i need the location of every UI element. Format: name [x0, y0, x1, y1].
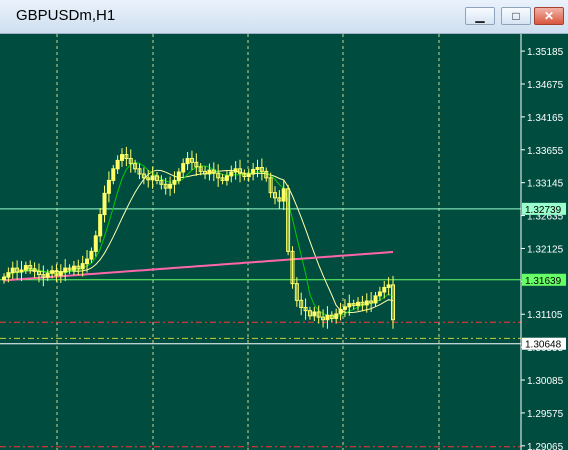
- candle-body: [347, 303, 352, 308]
- candle-body: [172, 179, 177, 185]
- price-tick-label: 1.29575: [527, 409, 564, 420]
- candle-body: [364, 300, 369, 306]
- price-tick-label: 1.34165: [527, 113, 564, 124]
- candle-body: [207, 169, 212, 175]
- candle-body: [246, 173, 251, 178]
- candle-body: [6, 272, 11, 278]
- candle-body: [10, 267, 15, 274]
- price-tick-label: 1.31105: [527, 310, 563, 321]
- candle-body: [251, 168, 256, 175]
- candle-body: [342, 306, 347, 310]
- maximize-icon: □: [512, 9, 520, 23]
- candle-body: [19, 269, 24, 273]
- candle-body: [106, 179, 111, 194]
- candle-body: [2, 276, 6, 281]
- candle-body: [120, 154, 125, 161]
- candle-body: [93, 235, 98, 252]
- plot-background: [0, 34, 568, 450]
- candle-body: [373, 295, 378, 304]
- price-tick-label: 1.32125: [527, 244, 564, 255]
- candle-body: [281, 188, 286, 202]
- candle-body: [229, 171, 234, 177]
- candle-body: [115, 159, 120, 170]
- candle-body: [63, 267, 68, 273]
- candle-body: [50, 270, 55, 274]
- candle-body: [356, 301, 361, 307]
- candle-body: [98, 214, 103, 237]
- candle-body: [80, 263, 85, 270]
- price-tick-label: 1.30085: [527, 376, 564, 387]
- candle-body: [176, 171, 181, 181]
- price-box-label: 1.32739: [525, 205, 562, 216]
- window-title: GBPUSDm,H1: [16, 7, 116, 24]
- minimize-button[interactable]: ▁: [465, 7, 495, 25]
- close-icon: ✕: [543, 9, 555, 23]
- candle-body: [233, 168, 238, 173]
- title-bar[interactable]: GBPUSDm,H1 ▁ □ ✕: [0, 0, 568, 34]
- candle-body: [224, 175, 229, 181]
- candle-body: [102, 192, 107, 216]
- candle-body: [338, 308, 343, 315]
- price-box-label: 1.31639: [525, 276, 562, 287]
- chart-window: GBPUSDm,H1 ▁ □ ✕ 1.35185 1.34675 1.34165 1.…: [0, 0, 568, 450]
- chart-canvas[interactable]: 1.351851.346751.341651.336551.331451.326…: [0, 34, 568, 450]
- price-tick-label: 1.33655: [527, 146, 564, 157]
- candle-body: [325, 314, 330, 321]
- candle-body: [181, 163, 186, 173]
- candle-body: [377, 291, 382, 297]
- price-tick-label: 1.34675: [527, 80, 564, 91]
- close-button[interactable]: ✕: [534, 7, 564, 25]
- candle-body: [71, 265, 76, 271]
- price-tick-label: 1.29065: [527, 442, 564, 450]
- candle-body: [89, 250, 94, 260]
- candle-body: [23, 265, 28, 271]
- candle-body: [150, 175, 155, 181]
- candle-body: [382, 286, 387, 293]
- price-tick-label: 1.33145: [527, 179, 564, 190]
- candle-body: [45, 272, 50, 278]
- price-tick-label: 1.35185: [527, 47, 564, 58]
- maximize-button[interactable]: □: [501, 7, 531, 25]
- price-box-label: 1.30648: [525, 340, 562, 351]
- candle-body: [386, 284, 391, 288]
- candle-body: [312, 311, 317, 317]
- candle-body: [58, 271, 63, 276]
- candle-body: [255, 167, 260, 170]
- candle-body: [168, 183, 173, 189]
- price-chart[interactable]: 1.35185 1.34675 1.34165 1.33655 1.33145 1.326…: [0, 34, 568, 450]
- candle-body: [185, 157, 190, 165]
- candle-body: [111, 168, 116, 181]
- minimize-icon: ▁: [475, 9, 485, 23]
- candle-body: [85, 258, 90, 265]
- candle-body: [334, 313, 339, 319]
